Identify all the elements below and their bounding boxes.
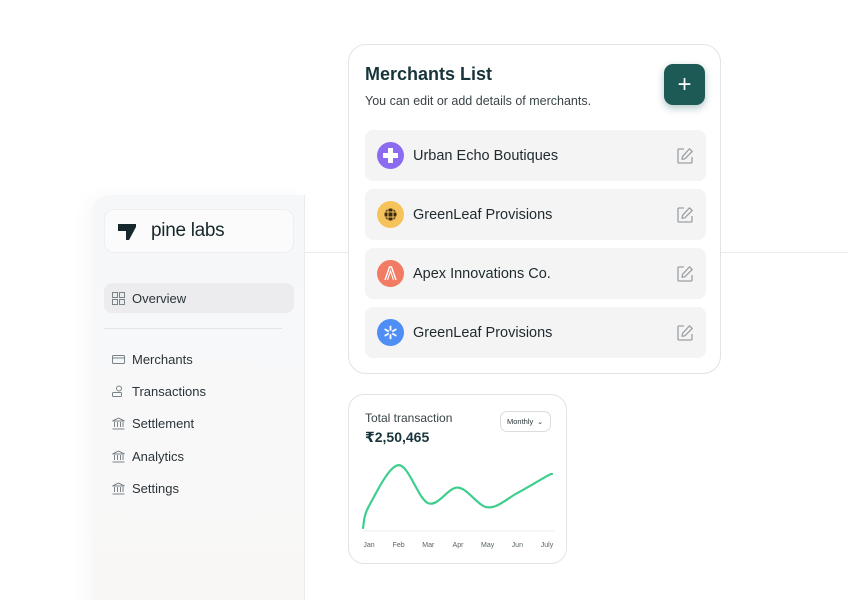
sidebar-item-overview[interactable]: Overview	[104, 283, 294, 313]
merchant-avatar	[377, 201, 404, 228]
edit-icon[interactable]	[676, 206, 694, 224]
x-tick-label: Feb	[393, 542, 405, 549]
x-tick-label: Jan	[363, 542, 374, 549]
transaction-card: Total transaction ₹2,50,465 Monthly ⌄ Ja…	[348, 394, 567, 564]
coins-icon	[112, 385, 122, 397]
logo-text: pine labs	[151, 220, 225, 241]
edit-icon[interactable]	[676, 147, 694, 165]
merchant-name: Apex Innovations Co.	[413, 265, 551, 282]
x-tick-label: May	[481, 542, 495, 549]
merchant-name: Urban Echo Boutiques	[413, 147, 559, 164]
transaction-line-chart: Jan Feb Mar Apr May Jun July	[361, 464, 554, 549]
sidebar-item-analytics[interactable]: Analytics	[104, 441, 294, 471]
merchant-row[interactable]: Apex Innovations Co.	[365, 248, 706, 299]
bank-icon	[112, 416, 125, 429]
sidebar-item-merchants[interactable]: Merchants	[104, 344, 294, 374]
edit-icon[interactable]	[676, 265, 694, 283]
plus-icon: +	[677, 70, 692, 98]
sidebar-item-transactions[interactable]: Transactions	[104, 376, 294, 406]
merchant-name: GreenLeaf Provisions	[413, 324, 553, 341]
snowflake-icon	[384, 325, 397, 340]
sidebar-item-label: Transactions	[132, 383, 206, 399]
sidebar-item-label: Settings	[132, 480, 179, 496]
bank-icon	[112, 481, 125, 494]
merchant-avatar	[377, 260, 404, 287]
merchants-card: Merchants List You can edit or add detai…	[348, 44, 721, 374]
logo[interactable]: pine labs	[104, 209, 294, 253]
merchant-avatar	[377, 142, 404, 169]
merchant-row[interactable]: GreenLeaf Provisions	[365, 189, 706, 240]
nav-divider	[104, 328, 282, 329]
sidebar: pine labs Overview Merchants Transaction…	[92, 195, 305, 600]
merchant-name: GreenLeaf Provisions	[413, 206, 553, 223]
x-tick-label: Jun	[512, 542, 523, 549]
apex-a-icon	[384, 266, 397, 281]
plus-flower-icon	[383, 148, 398, 163]
x-tick-label: July	[541, 542, 554, 549]
x-tick-label: Apr	[453, 542, 465, 549]
sidebar-item-label: Merchants	[132, 351, 193, 367]
add-merchant-button[interactable]: +	[664, 64, 705, 105]
grid-icon	[112, 291, 125, 305]
sidebar-item-label: Settlement	[132, 415, 195, 431]
sidebar-item-settings[interactable]: Settings	[104, 473, 294, 503]
merchant-row[interactable]: GreenLeaf Provisions	[365, 307, 706, 358]
sidebar-item-label: Analytics	[132, 448, 185, 464]
hash-flower-icon	[384, 208, 397, 221]
merchants-subtitle: You can edit or add details of merchants…	[365, 94, 592, 108]
sidebar-item-label: Overview	[132, 290, 187, 306]
bank-icon	[112, 449, 125, 462]
edit-icon[interactable]	[676, 324, 694, 342]
merchant-avatar	[377, 319, 404, 346]
merchants-title: Merchants List	[365, 64, 493, 84]
x-tick-label: Mar	[422, 542, 435, 549]
card-icon	[112, 354, 125, 364]
merchant-row[interactable]: Urban Echo Boutiques	[365, 130, 706, 181]
pine-labs-logo-icon	[118, 224, 136, 240]
transaction-series-line	[361, 464, 554, 530]
sidebar-item-settlement[interactable]: Settlement	[104, 408, 294, 438]
